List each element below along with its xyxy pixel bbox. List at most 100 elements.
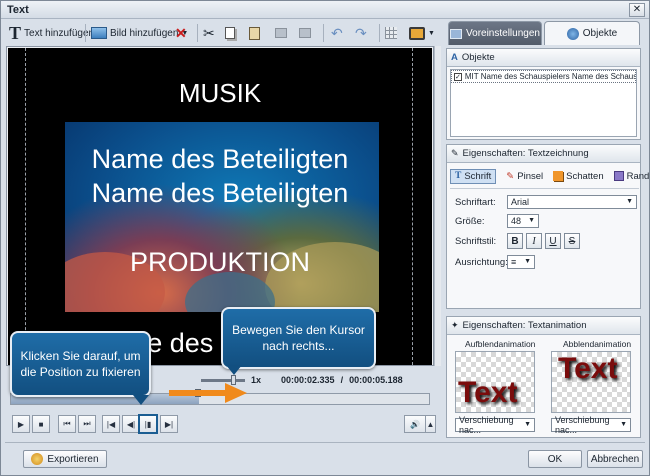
paste-button[interactable] [249, 22, 260, 44]
fade-in-preview[interactable]: Text [455, 351, 535, 413]
strikethrough-button[interactable]: S [564, 233, 580, 249]
add-image-button[interactable]: Bild hinzufügen ▼ [91, 22, 188, 44]
volume-button[interactable]: 🔊 [404, 415, 426, 433]
play-button[interactable]: ▶ [12, 415, 30, 433]
font-select[interactable]: Arial ▼ [507, 195, 637, 209]
tab-presets[interactable]: Voreinstellungen [448, 21, 542, 45]
cancel-button[interactable]: Abbrechen [587, 450, 643, 468]
chevron-down-icon: ▼ [524, 258, 531, 265]
callout-move-cursor: Bewegen Sie den Kursor nach rechts... [221, 307, 376, 369]
redo-button[interactable]: ↷ [355, 22, 367, 44]
callout-pointer [133, 395, 149, 405]
undo-button[interactable]: ↶ [331, 22, 343, 44]
alignment-row: Ausrichtung: ≡ ▼ [455, 255, 535, 269]
send-backward-button[interactable] [299, 22, 311, 44]
tab-font[interactable]: T Schrift [450, 168, 497, 184]
objects-panel-header: A Objekte [447, 49, 640, 67]
arrow-head [225, 383, 247, 403]
text-properties-title: Eigenschaften: Textzeichnung [462, 148, 589, 159]
tab-border[interactable]: Rand [613, 170, 650, 182]
list-item[interactable]: ✓ MIT Name des Schauspielers Name des Sc… [451, 70, 636, 83]
text-properties-panel: ✎ Eigenschaften: Textzeichnung T Schrift… [446, 144, 649, 309]
size-select[interactable]: 48 ▼ [507, 214, 539, 228]
bold-button[interactable]: B [507, 233, 523, 249]
tab-brush[interactable]: ✎ Pinsel [506, 171, 543, 182]
next-button[interactable]: ⏭ [78, 415, 96, 433]
delete-button[interactable]: ✕ [175, 22, 187, 44]
copy-button[interactable] [225, 22, 235, 44]
redo-icon: ↷ [355, 24, 367, 41]
property-tabs: T Schrift ✎ Pinsel Schatten Rand [450, 167, 649, 185]
callout-move-cursor-text: Bewegen Sie den Kursor nach rechts... [232, 323, 365, 353]
ok-label: OK [547, 453, 563, 465]
tab-border-label: Rand [626, 170, 650, 182]
stage-text-line1[interactable]: Name des Beteiligten [8, 144, 432, 175]
font-label: Schriftart: [455, 196, 496, 208]
add-text-label: Text hinzufügen [24, 27, 95, 39]
callout-pointer [226, 365, 242, 375]
speaker-icon: 🔊 [410, 419, 420, 429]
font-value: Arial [511, 197, 530, 207]
time-total: 00:00:05.188 [349, 375, 403, 385]
title-bar: Text ✕ [1, 1, 649, 19]
export-icon [31, 453, 44, 465]
callout-fix-position: Klicken Sie darauf, um die Position zu f… [10, 331, 151, 397]
playback-controls: ▶ ■ ⏮ ⏭ |◀ ◀| |▮ ▶| 🔊 ▲ [6, 413, 438, 435]
fix-position-button[interactable]: |▮ [138, 414, 158, 434]
stage-text-music[interactable]: MUSIK [8, 78, 432, 109]
close-button[interactable]: ✕ [629, 3, 645, 17]
fade-in-select[interactable]: Verschiebung nac... ▼ [455, 415, 535, 435]
volume-slider[interactable] [201, 374, 245, 385]
bring-forward-button[interactable] [275, 22, 287, 44]
animation-icon: ✦ [451, 320, 459, 330]
chevron-down-icon[interactable]: ▼ [428, 30, 435, 37]
copy-icon [225, 27, 235, 39]
previous-button[interactable]: ⏮ [58, 415, 76, 433]
undo-icon: ↶ [331, 24, 343, 41]
italic-button[interactable]: I [526, 233, 542, 249]
coral-shape [185, 272, 275, 312]
stage-text-line2[interactable]: Name des Beteiligten [8, 178, 432, 209]
skip-back-icon: ⏮ [63, 419, 71, 428]
fade-out-value: Verschiebung nac... [555, 415, 610, 435]
toolbar-separator [85, 24, 86, 42]
export-button[interactable]: Exportieren [23, 450, 107, 468]
checkbox[interactable]: ✓ [454, 72, 462, 81]
alignment-select[interactable]: ≡ ▼ [507, 255, 535, 269]
playback-speed: 1x [251, 375, 262, 385]
tab-objects-label: Objekte [582, 28, 618, 39]
keyframe-end-icon: ▶| [164, 419, 174, 429]
ok-button[interactable]: OK [528, 450, 582, 468]
fade-out-preview[interactable]: Text [551, 351, 631, 413]
preview-scrollbar[interactable] [434, 46, 441, 366]
align-center-icon: ≡ [511, 257, 517, 267]
chevron-up-icon: ▲ [426, 419, 435, 429]
grid-button[interactable] [385, 22, 397, 44]
shadow-icon [553, 171, 564, 181]
font-t-icon: T [455, 171, 462, 181]
add-text-button[interactable]: T Text hinzufügen [9, 22, 94, 44]
volume-menu-button[interactable]: ▲ [426, 415, 436, 433]
text-animation-header: ✦ Eigenschaften: Textanimation [447, 317, 640, 335]
border-icon [613, 171, 624, 181]
tab-objects[interactable]: Objekte [544, 21, 640, 45]
underline-button[interactable]: U [545, 233, 561, 249]
toolbar-separator [323, 24, 324, 42]
keyframe-start-button[interactable]: |◀ [102, 415, 120, 433]
keyframe-fix-icon: |▮ [144, 419, 152, 429]
play-icon: ▶ [17, 419, 25, 429]
style-row: Schriftstil: B I U S [455, 233, 583, 249]
keyframe-prev-icon: ◀| [126, 419, 136, 429]
keyframe-end-button[interactable]: ▶| [160, 415, 178, 433]
fade-out-select[interactable]: Verschiebung nac... ▼ [551, 415, 631, 435]
screen-mode-button[interactable]: ▼ [409, 22, 435, 44]
tab-shadow[interactable]: Schatten [553, 171, 604, 182]
cut-button[interactable]: ✂ [203, 22, 215, 44]
stop-button[interactable]: ■ [32, 415, 50, 433]
add-image-label: Bild hinzufügen [110, 27, 179, 39]
layer-down-icon [299, 28, 311, 38]
stage-text-line3[interactable]: PRODUKTION [8, 247, 432, 278]
fade-out-label: Abblendanimation [563, 339, 632, 349]
fade-in-value: Verschiebung nac... [459, 415, 514, 435]
style-label: Schriftstil: [455, 235, 497, 247]
